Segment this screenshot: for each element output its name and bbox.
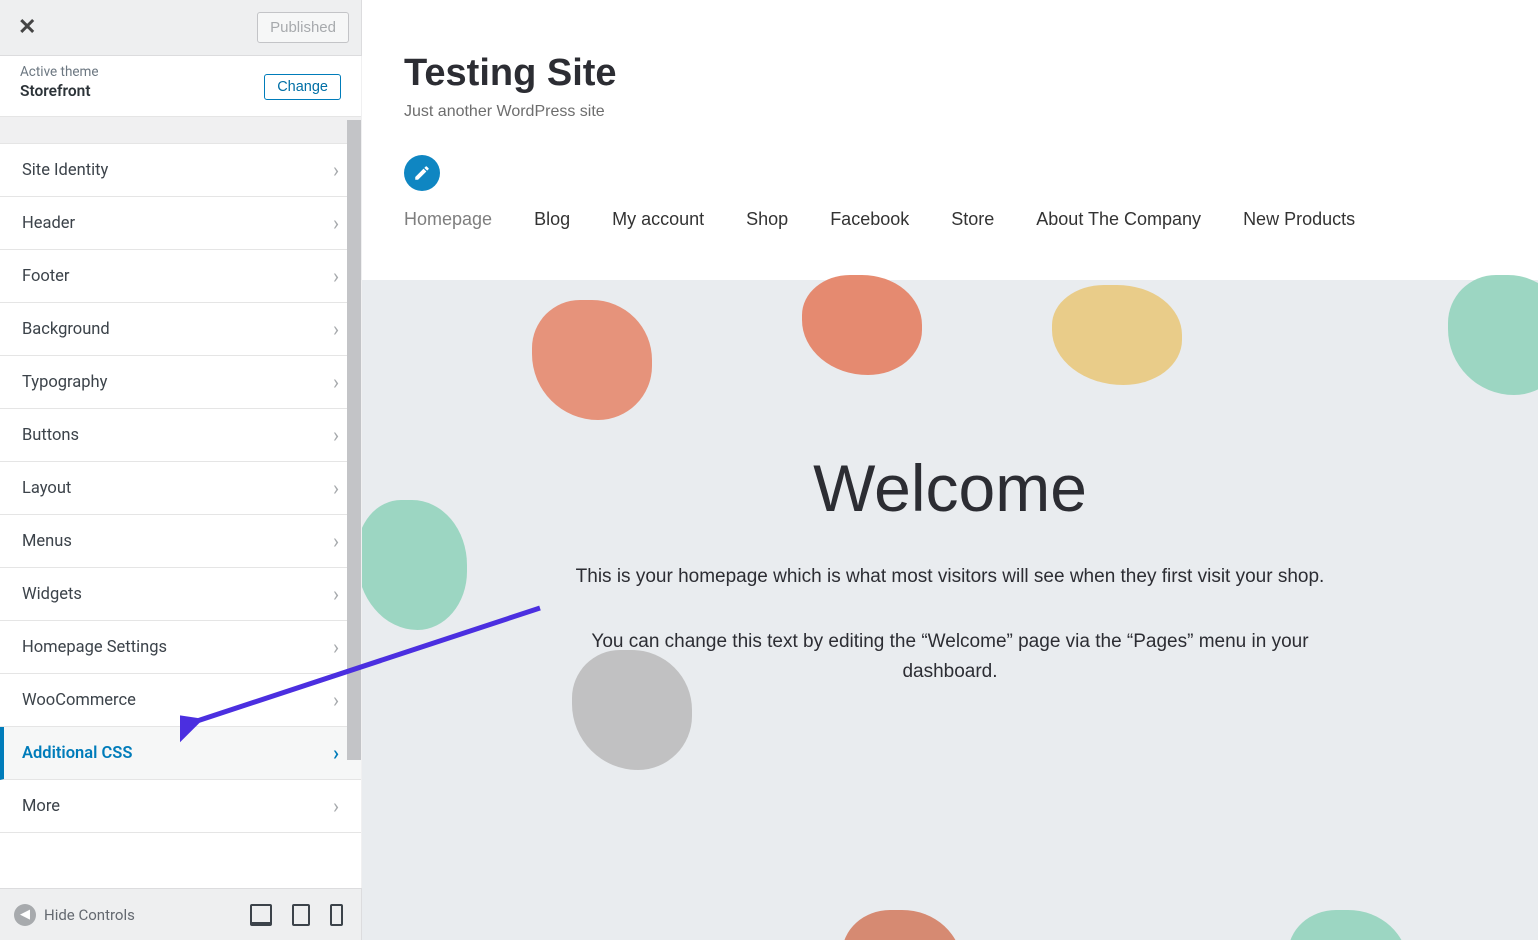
chevron-right-icon: › xyxy=(333,264,339,288)
panel-item-label: Footer xyxy=(22,267,70,286)
chevron-right-icon: › xyxy=(333,423,339,447)
chevron-right-icon: › xyxy=(333,529,339,553)
active-theme-row: Active theme Storefront Change xyxy=(0,56,361,117)
sidebar-scrollbar-thumb[interactable] xyxy=(347,120,361,760)
device-switcher xyxy=(250,904,343,926)
panel-item-woocommerce[interactable]: WooCommerce › xyxy=(0,674,361,727)
hero-graphic xyxy=(1052,285,1182,385)
nav-link-store[interactable]: Store xyxy=(951,209,994,230)
panel-item-header[interactable]: Header › xyxy=(0,197,361,250)
panel-item-label: Additional CSS xyxy=(22,744,132,763)
panel-item-label: Background xyxy=(22,320,110,339)
site-tagline: Just another WordPress site xyxy=(404,103,1496,121)
panel-item-label: Menus xyxy=(22,532,72,551)
nav-link-facebook[interactable]: Facebook xyxy=(830,209,909,230)
panel-item-label: Buttons xyxy=(22,426,79,445)
device-mobile-icon[interactable] xyxy=(330,904,343,926)
chevron-right-icon: › xyxy=(333,211,339,235)
customizer-panel-scroll: Active theme Storefront Change Site Iden… xyxy=(0,56,361,888)
active-theme-label: Active theme xyxy=(20,64,99,80)
panel-item-menus[interactable]: Menus › xyxy=(0,515,361,568)
nav-link-blog[interactable]: Blog xyxy=(534,209,570,230)
panel-item-more[interactable]: More › xyxy=(0,780,361,833)
chevron-right-icon: › xyxy=(333,158,339,182)
site-title[interactable]: Testing Site xyxy=(404,52,1496,95)
nav-link-my-account[interactable]: My account xyxy=(612,209,704,230)
chevron-right-icon: › xyxy=(333,688,339,712)
nav-link-new-products[interactable]: New Products xyxy=(1243,209,1355,230)
device-tablet-icon[interactable] xyxy=(292,904,310,926)
hero-section: Welcome This is your homepage which is w… xyxy=(362,280,1538,940)
chevron-right-icon: › xyxy=(333,317,339,341)
panel-item-layout[interactable]: Layout › xyxy=(0,462,361,515)
nav-link-homepage[interactable]: Homepage xyxy=(404,209,492,230)
close-icon[interactable]: ✕ xyxy=(18,15,36,40)
customizer-topbar: ✕ Published xyxy=(0,0,361,56)
chevron-right-icon: › xyxy=(333,582,339,606)
hero-graphic xyxy=(572,650,692,770)
customizer-footer: ◀ Hide Controls xyxy=(0,888,361,940)
panel-item-background[interactable]: Background › xyxy=(0,303,361,356)
published-button[interactable]: Published xyxy=(257,12,349,43)
hero-graphic xyxy=(802,275,922,375)
collapse-icon: ◀ xyxy=(14,904,36,926)
nav-link-about-the-company[interactable]: About The Company xyxy=(1036,209,1201,230)
panel-item-label: Typography xyxy=(22,373,107,392)
panel-item-label: Widgets xyxy=(22,585,82,604)
panel-item-typography[interactable]: Typography › xyxy=(0,356,361,409)
panel-separator xyxy=(0,117,361,143)
hero-graphic xyxy=(1448,275,1538,395)
panel-item-label: Header xyxy=(22,214,75,233)
chevron-right-icon: › xyxy=(333,794,339,818)
hero-graphic xyxy=(1288,910,1408,940)
active-theme-name: Storefront xyxy=(20,82,99,100)
panel-list: Site Identity›Header›Footer›Background›T… xyxy=(0,143,361,833)
edit-shortcut-button[interactable] xyxy=(404,155,440,191)
panel-item-label: Homepage Settings xyxy=(22,638,167,657)
panel-item-label: Site Identity xyxy=(22,161,108,180)
panel-item-additional-css[interactable]: Additional CSS › xyxy=(0,727,361,780)
device-desktop-icon[interactable] xyxy=(250,904,272,926)
panel-item-footer[interactable]: Footer › xyxy=(0,250,361,303)
hide-controls-label: Hide Controls xyxy=(44,906,135,924)
hide-controls-button[interactable]: ◀ Hide Controls xyxy=(14,904,135,926)
panel-item-widgets[interactable]: Widgets › xyxy=(0,568,361,621)
hero-graphic xyxy=(532,300,652,420)
change-theme-button[interactable]: Change xyxy=(264,74,341,100)
pencil-icon xyxy=(413,164,431,182)
chevron-right-icon: › xyxy=(333,635,339,659)
chevron-right-icon: › xyxy=(333,741,339,765)
hero-graphic xyxy=(362,500,467,630)
panel-item-label: More xyxy=(22,797,60,816)
panel-item-buttons[interactable]: Buttons › xyxy=(0,409,361,462)
panel-item-label: Layout xyxy=(22,479,71,498)
panel-item-site-identity[interactable]: Site Identity › xyxy=(0,144,361,197)
hero-paragraph-2: You can change this text by editing the … xyxy=(570,627,1330,686)
panel-item-label: WooCommerce xyxy=(22,691,136,710)
hero-graphic xyxy=(842,910,962,940)
hero-heading: Welcome xyxy=(362,450,1538,526)
chevron-right-icon: › xyxy=(333,476,339,500)
primary-nav: Homepage Blog My account Shop Facebook Store A… xyxy=(362,191,1538,230)
site-preview: Testing Site Just another WordPress site… xyxy=(362,0,1538,940)
hero-paragraph-1: This is your homepage which is what most… xyxy=(570,562,1330,591)
nav-link-shop[interactable]: Shop xyxy=(746,209,788,230)
chevron-right-icon: › xyxy=(333,370,339,394)
panel-item-homepage-settings[interactable]: Homepage Settings › xyxy=(0,621,361,674)
